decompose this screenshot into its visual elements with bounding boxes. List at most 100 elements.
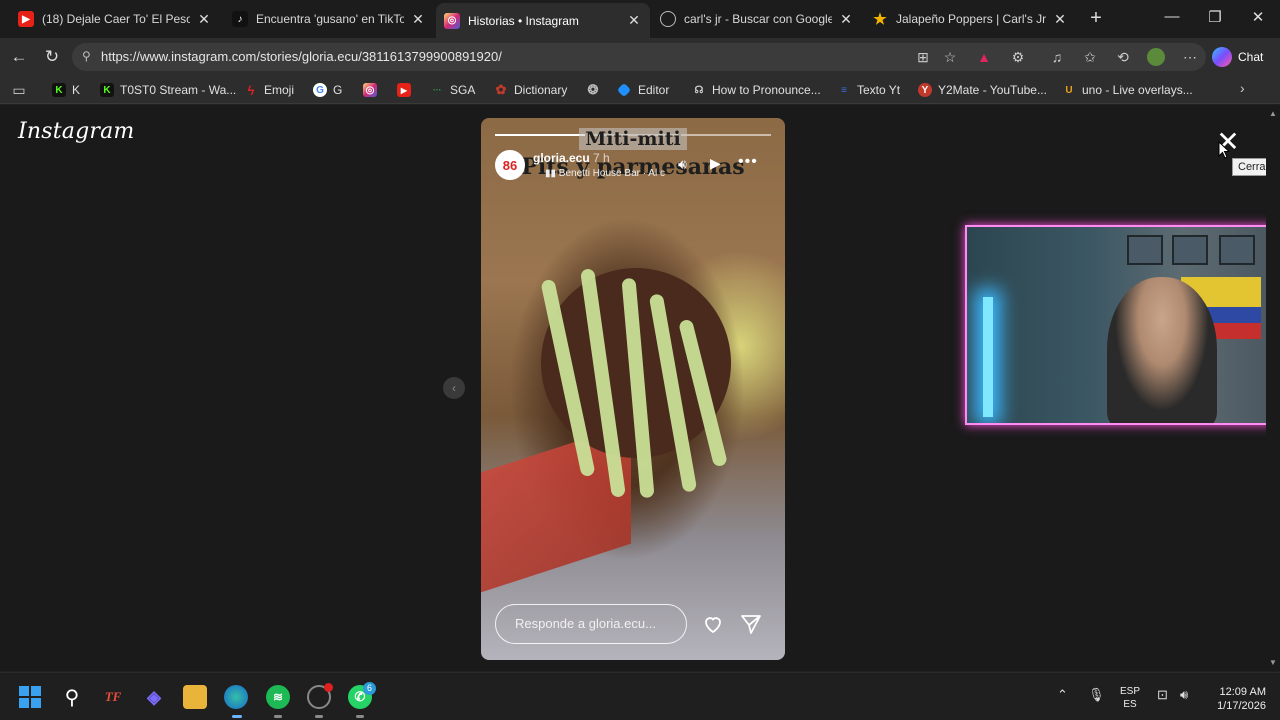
- bookmark-k[interactable]: K K: [52, 82, 80, 98]
- clock-time: 12:09 AM: [1219, 686, 1266, 698]
- play-icon[interactable]: ▶: [710, 155, 721, 172]
- address-bar[interactable]: ⚲ https://www.instagram.com/stories/glor…: [72, 43, 1206, 71]
- story-overlay-text-1: Miti-miti: [481, 128, 785, 150]
- close-window-button[interactable]: ✕: [1248, 8, 1268, 26]
- instagram-story-viewer: Instagram ‹ Miti-miti Pits y parmesanas …: [0, 105, 1280, 671]
- spotify-icon[interactable]: ≋: [266, 685, 290, 709]
- bookmark-label: Editor: [638, 83, 670, 97]
- search-icon[interactable]: ⚲: [60, 685, 84, 709]
- tab-instagram[interactable]: ◎ Historias • Instagram ✕: [436, 3, 650, 38]
- tray-chevron-up-icon[interactable]: ⌃: [1057, 687, 1068, 703]
- bookmark-sga[interactable]: ∙∙∙ SGA: [430, 82, 476, 98]
- more-options-icon[interactable]: •••: [738, 153, 758, 171]
- network-icon[interactable]: ⊡: [1157, 687, 1168, 703]
- dictionary-icon: ✿: [495, 82, 507, 97]
- bookmark-instagram[interactable]: ◎: [363, 82, 383, 98]
- microphone-icon[interactable]: 🎙︎: [1088, 687, 1105, 703]
- start-button[interactable]: [18, 685, 42, 709]
- kick-icon: K: [52, 83, 66, 97]
- bolt-icon: ϟ: [247, 82, 255, 98]
- maximize-button[interactable]: ❐: [1205, 8, 1225, 26]
- favorite-star-icon[interactable]: ☆: [941, 48, 959, 66]
- back-button[interactable]: ←: [8, 46, 30, 68]
- bookmark-emoji[interactable]: ϟ Emoji: [244, 82, 294, 98]
- close-tab-icon[interactable]: ✕: [196, 11, 212, 28]
- story-avatar[interactable]: 86: [495, 150, 525, 180]
- bookmark-label: K: [72, 83, 81, 97]
- mouse-cursor-icon: [1218, 141, 1230, 159]
- tab-actions-icon[interactable]: ▭: [10, 81, 28, 99]
- tab-tiktok[interactable]: ♪ Encuentra 'gusano' en TikTok | B ✕: [224, 4, 434, 34]
- bookmark-how-to-pronounce[interactable]: ☊ How to Pronounce...: [692, 82, 821, 98]
- bookmark-uno[interactable]: U uno - Live overlays...: [1062, 82, 1192, 98]
- close-tab-icon[interactable]: ✕: [838, 11, 854, 28]
- address-url[interactable]: https://www.instagram.com/stories/gloria…: [101, 49, 502, 64]
- extension-m-icon[interactable]: ▲: [975, 48, 993, 66]
- mute-icon[interactable]: 🔊︎: [678, 156, 687, 173]
- page-scrollbar[interactable]: ▲ ▼: [1266, 105, 1280, 671]
- tf-app-icon[interactable]: TF: [101, 685, 125, 709]
- scroll-down-icon[interactable]: ▼: [1269, 658, 1277, 667]
- instagram-icon: ◎: [444, 12, 460, 29]
- scroll-up-icon[interactable]: ▲: [1269, 109, 1277, 118]
- bookmark-dictionary[interactable]: ✿ Dictionary: [494, 82, 568, 98]
- picture-frame-shape: [1172, 235, 1208, 265]
- bookmark-label: T0ST0 Stream - Wa...: [120, 83, 237, 97]
- app-available-icon[interactable]: ⊞: [914, 48, 932, 66]
- tab-title: Encuentra 'gusano' en TikTok | B: [256, 12, 404, 26]
- file-explorer-icon[interactable]: [183, 685, 207, 709]
- tab-title: carl's jr - Buscar con Google: [684, 12, 832, 26]
- windows-taskbar: ⚲ TF ◈ ≋ ✆ 6 ⌃ 🎙︎ ESP ES ⊡ 🔊︎ 12:09 AM 1…: [0, 672, 1280, 720]
- bookmark-tosto-stream[interactable]: K T0ST0 Stream - Wa...: [100, 82, 236, 98]
- instagram-logo[interactable]: Instagram: [18, 119, 134, 144]
- minimize-button[interactable]: —: [1162, 8, 1182, 25]
- app-diamond-icon[interactable]: ◈: [142, 685, 166, 709]
- close-tab-icon[interactable]: ✕: [626, 12, 642, 29]
- send-icon[interactable]: [739, 612, 763, 636]
- editor-icon: [616, 82, 632, 98]
- star-icon: ★: [873, 11, 887, 28]
- tab-carls-jr[interactable]: ★ Jalapeño Poppers | Carl's Jr. ® | ✕: [864, 4, 1076, 34]
- bookmark-youtube[interactable]: ▶: [397, 82, 417, 98]
- chat-label: Chat: [1238, 50, 1264, 64]
- copilot-chat-button[interactable]: Chat: [1212, 46, 1263, 68]
- globe-icon: [660, 11, 676, 27]
- bookmark-openai[interactable]: ❂: [586, 82, 606, 98]
- tab-google[interactable]: carl's jr - Buscar con Google ✕: [652, 4, 862, 34]
- tab-title: (18) Dejale Caer To' El Peso feat.: [42, 12, 190, 26]
- previous-story-button[interactable]: ‹: [443, 377, 465, 399]
- picture-frame-shape: [1219, 235, 1255, 265]
- language-indicator[interactable]: ESP ES: [1120, 685, 1140, 711]
- bookmark-y2mate[interactable]: Y Y2Mate - YouTube...: [918, 82, 1047, 98]
- new-tab-button[interactable]: +: [1086, 8, 1106, 28]
- language-code: ESP: [1120, 686, 1141, 697]
- story-music[interactable]: ▮▮ Benetti House Bar · Al c: [545, 168, 665, 179]
- bookmark-google[interactable]: G G: [313, 82, 342, 98]
- close-tab-icon[interactable]: ✕: [410, 11, 426, 28]
- history-icon[interactable]: ⟲: [1114, 48, 1132, 66]
- more-menu-icon[interactable]: ⋯: [1181, 48, 1199, 66]
- heart-icon[interactable]: [701, 612, 725, 636]
- bookmark-texto-yt[interactable]: ≡ Texto Yt: [837, 82, 900, 98]
- profile-avatar[interactable]: [1147, 48, 1165, 66]
- tab-youtube[interactable]: ▶ (18) Dejale Caer To' El Peso feat. ✕: [10, 4, 220, 34]
- edge-browser-icon[interactable]: [224, 685, 248, 709]
- bookmark-editor[interactable]: Editor: [616, 82, 670, 98]
- tab-title: Jalapeño Poppers | Carl's Jr. ® |: [896, 12, 1046, 26]
- clock-date: 1/17/2026: [1217, 700, 1266, 712]
- favorites-icon[interactable]: ✩: [1081, 48, 1099, 66]
- keyboard-layout: ES: [1123, 699, 1137, 710]
- story-card[interactable]: Miti-miti Pits y parmesanas 86 gloria.ec…: [481, 118, 785, 660]
- reply-input[interactable]: Responde a gloria.ecu...: [495, 604, 687, 644]
- close-tab-icon[interactable]: ✕: [1052, 11, 1068, 28]
- reload-button[interactable]: ↻: [41, 46, 63, 68]
- system-clock[interactable]: 12:09 AM 1/17/2026: [1204, 685, 1266, 713]
- site-info-icon[interactable]: ⚲: [82, 49, 96, 63]
- story-username[interactable]: gloria.ecu: [533, 151, 590, 165]
- copilot-icon: [1212, 47, 1232, 67]
- media-icon[interactable]: ♫: [1048, 48, 1066, 66]
- volume-icon[interactable]: 🔊︎: [1180, 687, 1188, 703]
- extensions-icon[interactable]: ⚙: [1009, 48, 1027, 66]
- more-bookmarks-chevron-icon[interactable]: ›: [1240, 80, 1245, 96]
- led-light-shape: [983, 297, 993, 417]
